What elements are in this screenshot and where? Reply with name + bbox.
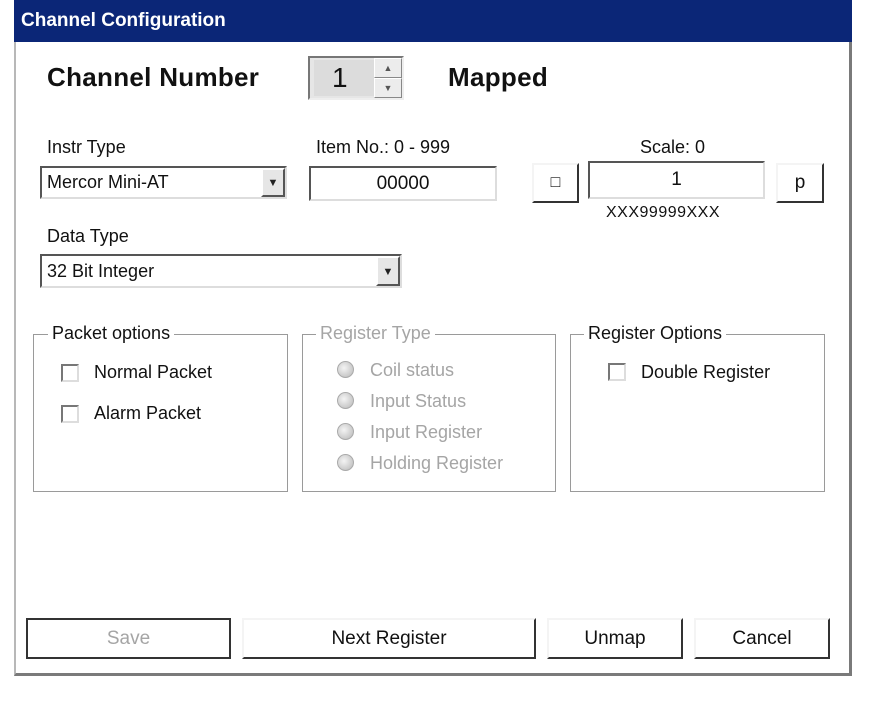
next-register-button[interactable]: Next Register [242, 618, 536, 659]
input-status-label: Input Status [370, 391, 467, 411]
save-button[interactable]: Save [26, 618, 231, 659]
scale-input[interactable]: 1 [588, 161, 765, 199]
register-type-title: Register Type [316, 323, 435, 344]
normal-packet-label: Normal Packet [94, 362, 213, 382]
instr-type-label: Instr Type [47, 137, 126, 157]
alarm-packet-label: Alarm Packet [94, 403, 202, 423]
chevron-down-icon[interactable]: ▼ [376, 256, 400, 286]
instr-type-value: Mercor Mini-AT [47, 172, 169, 192]
data-type-value: 32 Bit Integer [47, 261, 155, 281]
input-status-radio[interactable] [337, 392, 354, 409]
holding-register-radio[interactable] [337, 454, 354, 471]
item-no-label: Item No.: 0 - 999 [316, 137, 451, 157]
coil-status-label: Coil status [370, 360, 455, 380]
scale-format: XXX99999XXX [606, 204, 721, 221]
unmap-button[interactable]: Unmap [547, 618, 683, 659]
scale-label: Scale: 0 [640, 137, 706, 157]
alarm-packet-checkbox[interactable] [61, 405, 79, 423]
input-register-radio[interactable] [337, 423, 354, 440]
register-options-group [570, 334, 825, 492]
mapped-status: Mapped [448, 62, 549, 92]
channel-number-value[interactable]: 1 [314, 60, 376, 96]
channel-number-spinner[interactable]: 1 ▲ ▼ [308, 56, 404, 100]
normal-packet-checkbox[interactable] [61, 364, 79, 382]
packet-options-title: Packet options [48, 323, 175, 344]
instr-type-select[interactable]: Mercor Mini-AT ▼ [40, 166, 287, 199]
spin-down-icon[interactable]: ▼ [374, 78, 402, 98]
channel-number-label: Channel Number [47, 62, 260, 92]
data-type-select[interactable]: 32 Bit Integer ▼ [40, 254, 402, 288]
input-register-label: Input Register [370, 422, 483, 442]
scale-left-button[interactable]: □ [532, 163, 579, 203]
item-no-input[interactable]: 00000 [309, 166, 497, 201]
spin-up-icon[interactable]: ▲ [374, 58, 402, 78]
coil-status-radio[interactable] [337, 361, 354, 378]
double-register-checkbox[interactable] [608, 363, 626, 381]
cancel-button[interactable]: Cancel [694, 618, 830, 659]
data-type-label: Data Type [47, 226, 129, 246]
scale-right-button[interactable]: p [776, 163, 824, 203]
chevron-down-icon[interactable]: ▼ [261, 168, 285, 197]
holding-register-label: Holding Register [370, 453, 504, 473]
register-options-title: Register Options [584, 323, 727, 344]
double-register-label: Double Register [641, 362, 771, 382]
window-title: Channel Configuration [14, 0, 852, 42]
